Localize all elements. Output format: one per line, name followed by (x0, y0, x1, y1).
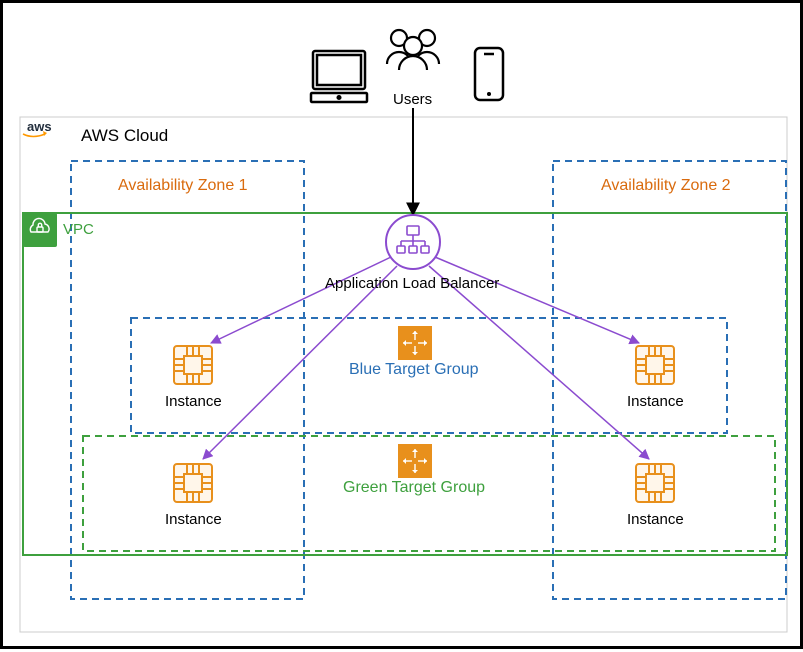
instance-label-tl: Instance (165, 393, 222, 410)
vpc-badge-icon (23, 213, 57, 247)
desktop-icon (311, 49, 367, 105)
instance-icon-tr (636, 346, 674, 384)
instance-icon-br (636, 464, 674, 502)
az1-label: Availability Zone 1 (118, 177, 248, 195)
blue-target-group-icon (398, 326, 432, 360)
diagram-canvas: aws Users AWS Cloud VPC Availability Zon… (0, 0, 803, 649)
users-label: Users (393, 91, 432, 108)
users-icon (383, 21, 443, 81)
aws-logo-icon (21, 119, 51, 137)
blue-target-group-label: Blue Target Group (349, 361, 479, 379)
green-target-group-icon (398, 444, 432, 478)
alb-icon (386, 215, 440, 269)
aws-cloud-label: AWS Cloud (81, 126, 168, 146)
alb-label: Application Load Balancer (325, 275, 499, 292)
instance-label-bl: Instance (165, 511, 222, 528)
instance-icon-bl (174, 464, 212, 502)
green-target-group-label: Green Target Group (343, 479, 485, 497)
vpc-label: VPC (63, 221, 94, 238)
az2-label: Availability Zone 2 (601, 177, 731, 195)
phone-icon (473, 47, 505, 103)
instance-icon-tl (174, 346, 212, 384)
instance-label-br: Instance (627, 511, 684, 528)
instance-label-tr: Instance (627, 393, 684, 410)
